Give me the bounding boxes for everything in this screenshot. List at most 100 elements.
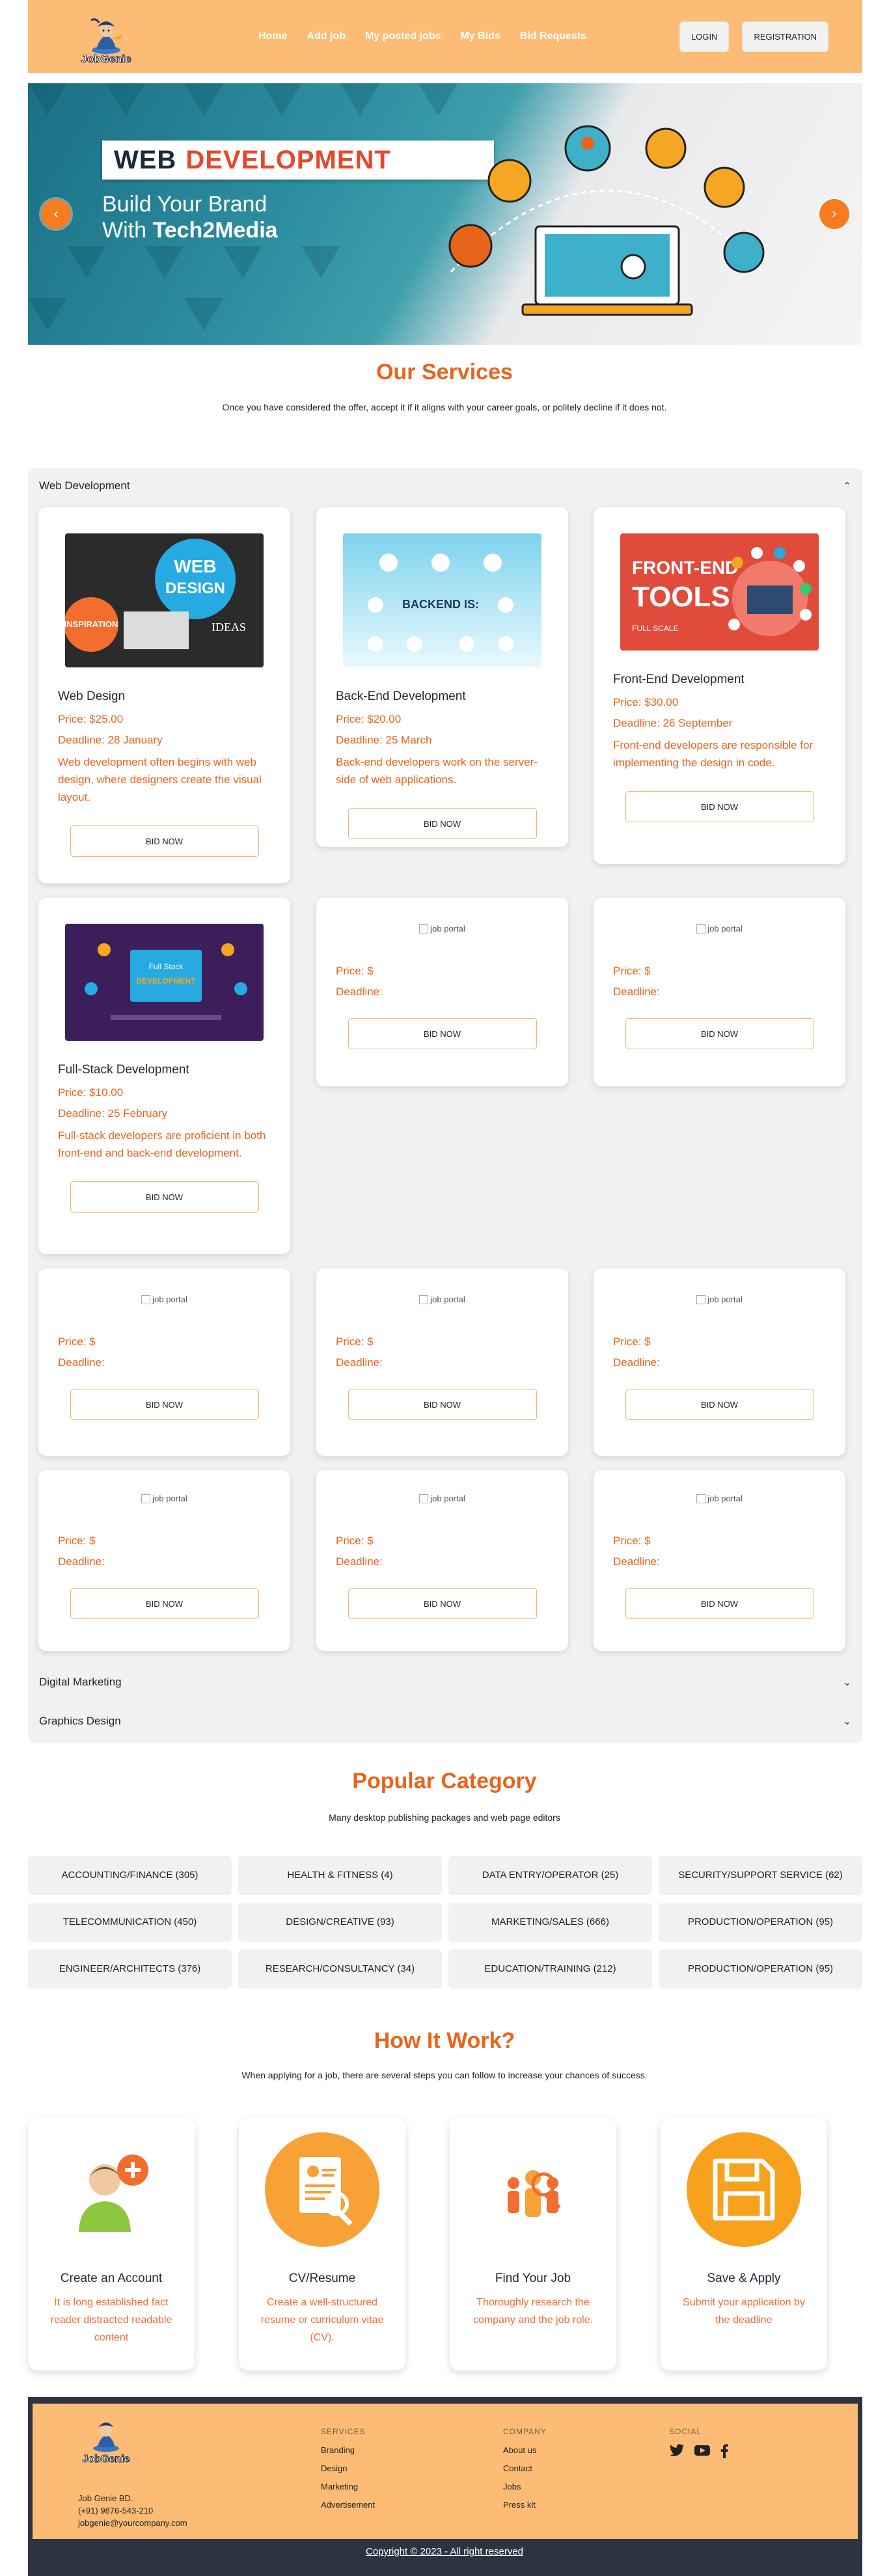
job-image-web-design: WEB DESIGN INSPIRATION IDEAS (65, 533, 264, 667)
login-button[interactable]: LOGIN (679, 21, 730, 52)
carousel-prev-button[interactable]: ‹ (41, 199, 71, 229)
bid-now-button[interactable]: BID NOW (625, 1018, 814, 1049)
hero-line-2-prefix: With (102, 218, 153, 243)
job-price: Price: $ (613, 1335, 651, 1348)
bid-now-button[interactable]: BID NOW (348, 1018, 537, 1049)
nav-add-job[interactable]: Add job (307, 31, 346, 42)
category-health-fitness[interactable]: HEALTH & FITNESS (4) (238, 1856, 442, 1895)
job-title: Back-End Development (336, 690, 466, 703)
bid-now-button[interactable]: BID NOW (70, 1181, 259, 1213)
footer-link-contact[interactable]: Contact (503, 2463, 532, 2473)
category-marketing-sales[interactable]: MARKETING/SALES (666) (448, 1903, 652, 1942)
chevron-up-icon: ⌃ (843, 481, 851, 492)
footer-company-title: COMPANY (503, 2427, 547, 2436)
accordion-header-web-development[interactable]: Web Development ⌃ (28, 468, 862, 503)
step-title: Find Your Job (495, 2272, 571, 2285)
category-telecommunication[interactable]: TELECOMMUNICATION (450) (28, 1903, 232, 1942)
footer-link-design[interactable]: Design (321, 2463, 347, 2473)
footer-link-branding[interactable]: Branding (321, 2445, 355, 2455)
broken-image-icon (696, 1295, 706, 1304)
job-deadline: Deadline: (336, 1555, 383, 1568)
footer-social-title: SOCIAL (669, 2427, 702, 2436)
step-save-apply: Save & Apply Submit your application by … (661, 2118, 827, 2370)
footer-link-marketing[interactable]: Marketing (321, 2482, 358, 2491)
footer-email: jobgenie@yourcompany.com (78, 2518, 187, 2528)
job-title: Full-Stack Development (58, 1063, 189, 1077)
broken-image-icon (419, 924, 429, 933)
job-price: Price: $ (613, 1535, 651, 1547)
bid-now-button[interactable]: BID NOW (348, 1389, 537, 1420)
category-production-operation-2[interactable]: PRODUCTION/OPERATION (95) (659, 1950, 862, 1989)
facebook-icon[interactable] (720, 2444, 729, 2458)
bid-now-button[interactable]: BID NOW (625, 1588, 814, 1619)
youtube-icon[interactable] (694, 2444, 711, 2457)
footer-link-press-kit[interactable]: Press kit (503, 2500, 536, 2510)
twitter-icon[interactable] (669, 2444, 685, 2457)
step-description: It is long established fact reader distr… (50, 2297, 172, 2343)
image-alt-text: job portal (152, 1494, 187, 1503)
accordion-title: Graphics Design (39, 1715, 121, 1727)
bid-now-button[interactable]: BID NOW (625, 1389, 814, 1420)
broken-image: job portal (613, 924, 826, 933)
job-description: Web development often begins with web de… (58, 756, 262, 803)
category-design-creative[interactable]: DESIGN/CREATIVE (93) (238, 1903, 442, 1942)
job-deadline: Deadline: (613, 1356, 660, 1369)
step-title: Save & Apply (707, 2272, 781, 2285)
web-design-img-text-2: DESIGN (165, 580, 225, 597)
accordion-header-graphics-design[interactable]: Graphics Design ⌄ (28, 1704, 862, 1738)
footer-link-about[interactable]: About us (503, 2445, 536, 2455)
footer-company-name: Job Genie BD. (78, 2493, 133, 2503)
job-price: Price: $20.00 (336, 713, 402, 725)
bid-now-button[interactable]: BID NOW (348, 808, 537, 839)
bid-now-button[interactable]: BID NOW (70, 1588, 259, 1619)
job-card-empty: job portal Price: $ Deadline: BID NOW (316, 1470, 568, 1651)
job-image-full-stack: Full Stack DEVELOPMENT (65, 924, 264, 1041)
logo-text: JobGenie (81, 53, 131, 66)
cv-resume-icon (264, 2131, 381, 2248)
broken-image: job portal (336, 924, 549, 933)
front-end-img-text-3: FULL SCALE (632, 624, 679, 633)
genie-logo-icon (93, 2422, 119, 2452)
image-alt-text: job portal (707, 1494, 743, 1503)
image-alt-text: job portal (152, 1295, 187, 1304)
registration-button[interactable]: REGISTRATION (742, 21, 828, 52)
category-title: Popular Category (352, 1769, 537, 1793)
job-deadline: Deadline: (613, 986, 660, 998)
nav-my-bids[interactable]: My Bids (460, 31, 500, 42)
nav-home[interactable]: Home (258, 31, 287, 42)
job-deadline: Deadline: (58, 1356, 105, 1369)
category-production-operation[interactable]: PRODUCTION/OPERATION (95) (659, 1903, 862, 1942)
category-security-support[interactable]: SECURITY/SUPPORT SERVICE (62) (659, 1856, 862, 1895)
accordion-header-digital-marketing[interactable]: Digital Marketing ⌄ (28, 1665, 862, 1699)
bid-now-button[interactable]: BID NOW (348, 1588, 537, 1619)
job-description: Full-stack developers are proficient in … (58, 1129, 266, 1159)
nav-my-posted-jobs[interactable]: My posted jobs (365, 31, 441, 42)
services-subtitle: Once you have considered the offer, acce… (222, 402, 667, 412)
find-job-icon (474, 2131, 592, 2248)
accordion-title: Digital Marketing (39, 1676, 122, 1688)
broken-image: job portal (336, 1494, 549, 1503)
bid-now-button[interactable]: BID NOW (625, 791, 814, 822)
step-find-job: Find Your Job Thoroughly research the co… (450, 2118, 616, 2370)
carousel-next-button[interactable]: › (819, 199, 849, 229)
bid-now-button[interactable]: BID NOW (70, 1389, 259, 1420)
job-price: Price: $ (58, 1535, 96, 1547)
category-data-entry[interactable]: DATA ENTRY/OPERATOR (25) (448, 1856, 652, 1895)
bid-now-button[interactable]: BID NOW (70, 825, 259, 857)
category-research-consultancy[interactable]: RESEARCH/CONSULTANCY (34) (238, 1950, 442, 1989)
copyright-text[interactable]: Copyright © 2023 - All right reserved (0, 2546, 889, 2557)
image-alt-text: job portal (430, 924, 465, 933)
footer-link-jobs[interactable]: Jobs (503, 2482, 521, 2491)
step-create-account: Create an Account It is long established… (28, 2118, 195, 2370)
footer-services-title: SERVICES (321, 2427, 366, 2436)
chevron-down-icon: ⌄ (843, 1677, 851, 1688)
footer-link-advertisement[interactable]: Advertisement (321, 2500, 375, 2510)
site-logo[interactable]: JobGenie (71, 7, 141, 66)
category-engineer-architects[interactable]: ENGINEER/ARCHITECTS (376) (28, 1950, 232, 1989)
job-deadline: Deadline: 25 March (336, 734, 432, 746)
footer-logo[interactable]: JobGenie (70, 2417, 142, 2465)
job-card-full-stack: Full Stack DEVELOPMENT Full-Stack Develo… (38, 898, 290, 1254)
nav-bid-requests[interactable]: Bid Requests (520, 31, 586, 42)
category-accounting-finance[interactable]: ACCOUNTING/FINANCE (305) (28, 1856, 232, 1895)
category-education-training[interactable]: EDUCATION/TRAINING (212) (448, 1950, 652, 1989)
